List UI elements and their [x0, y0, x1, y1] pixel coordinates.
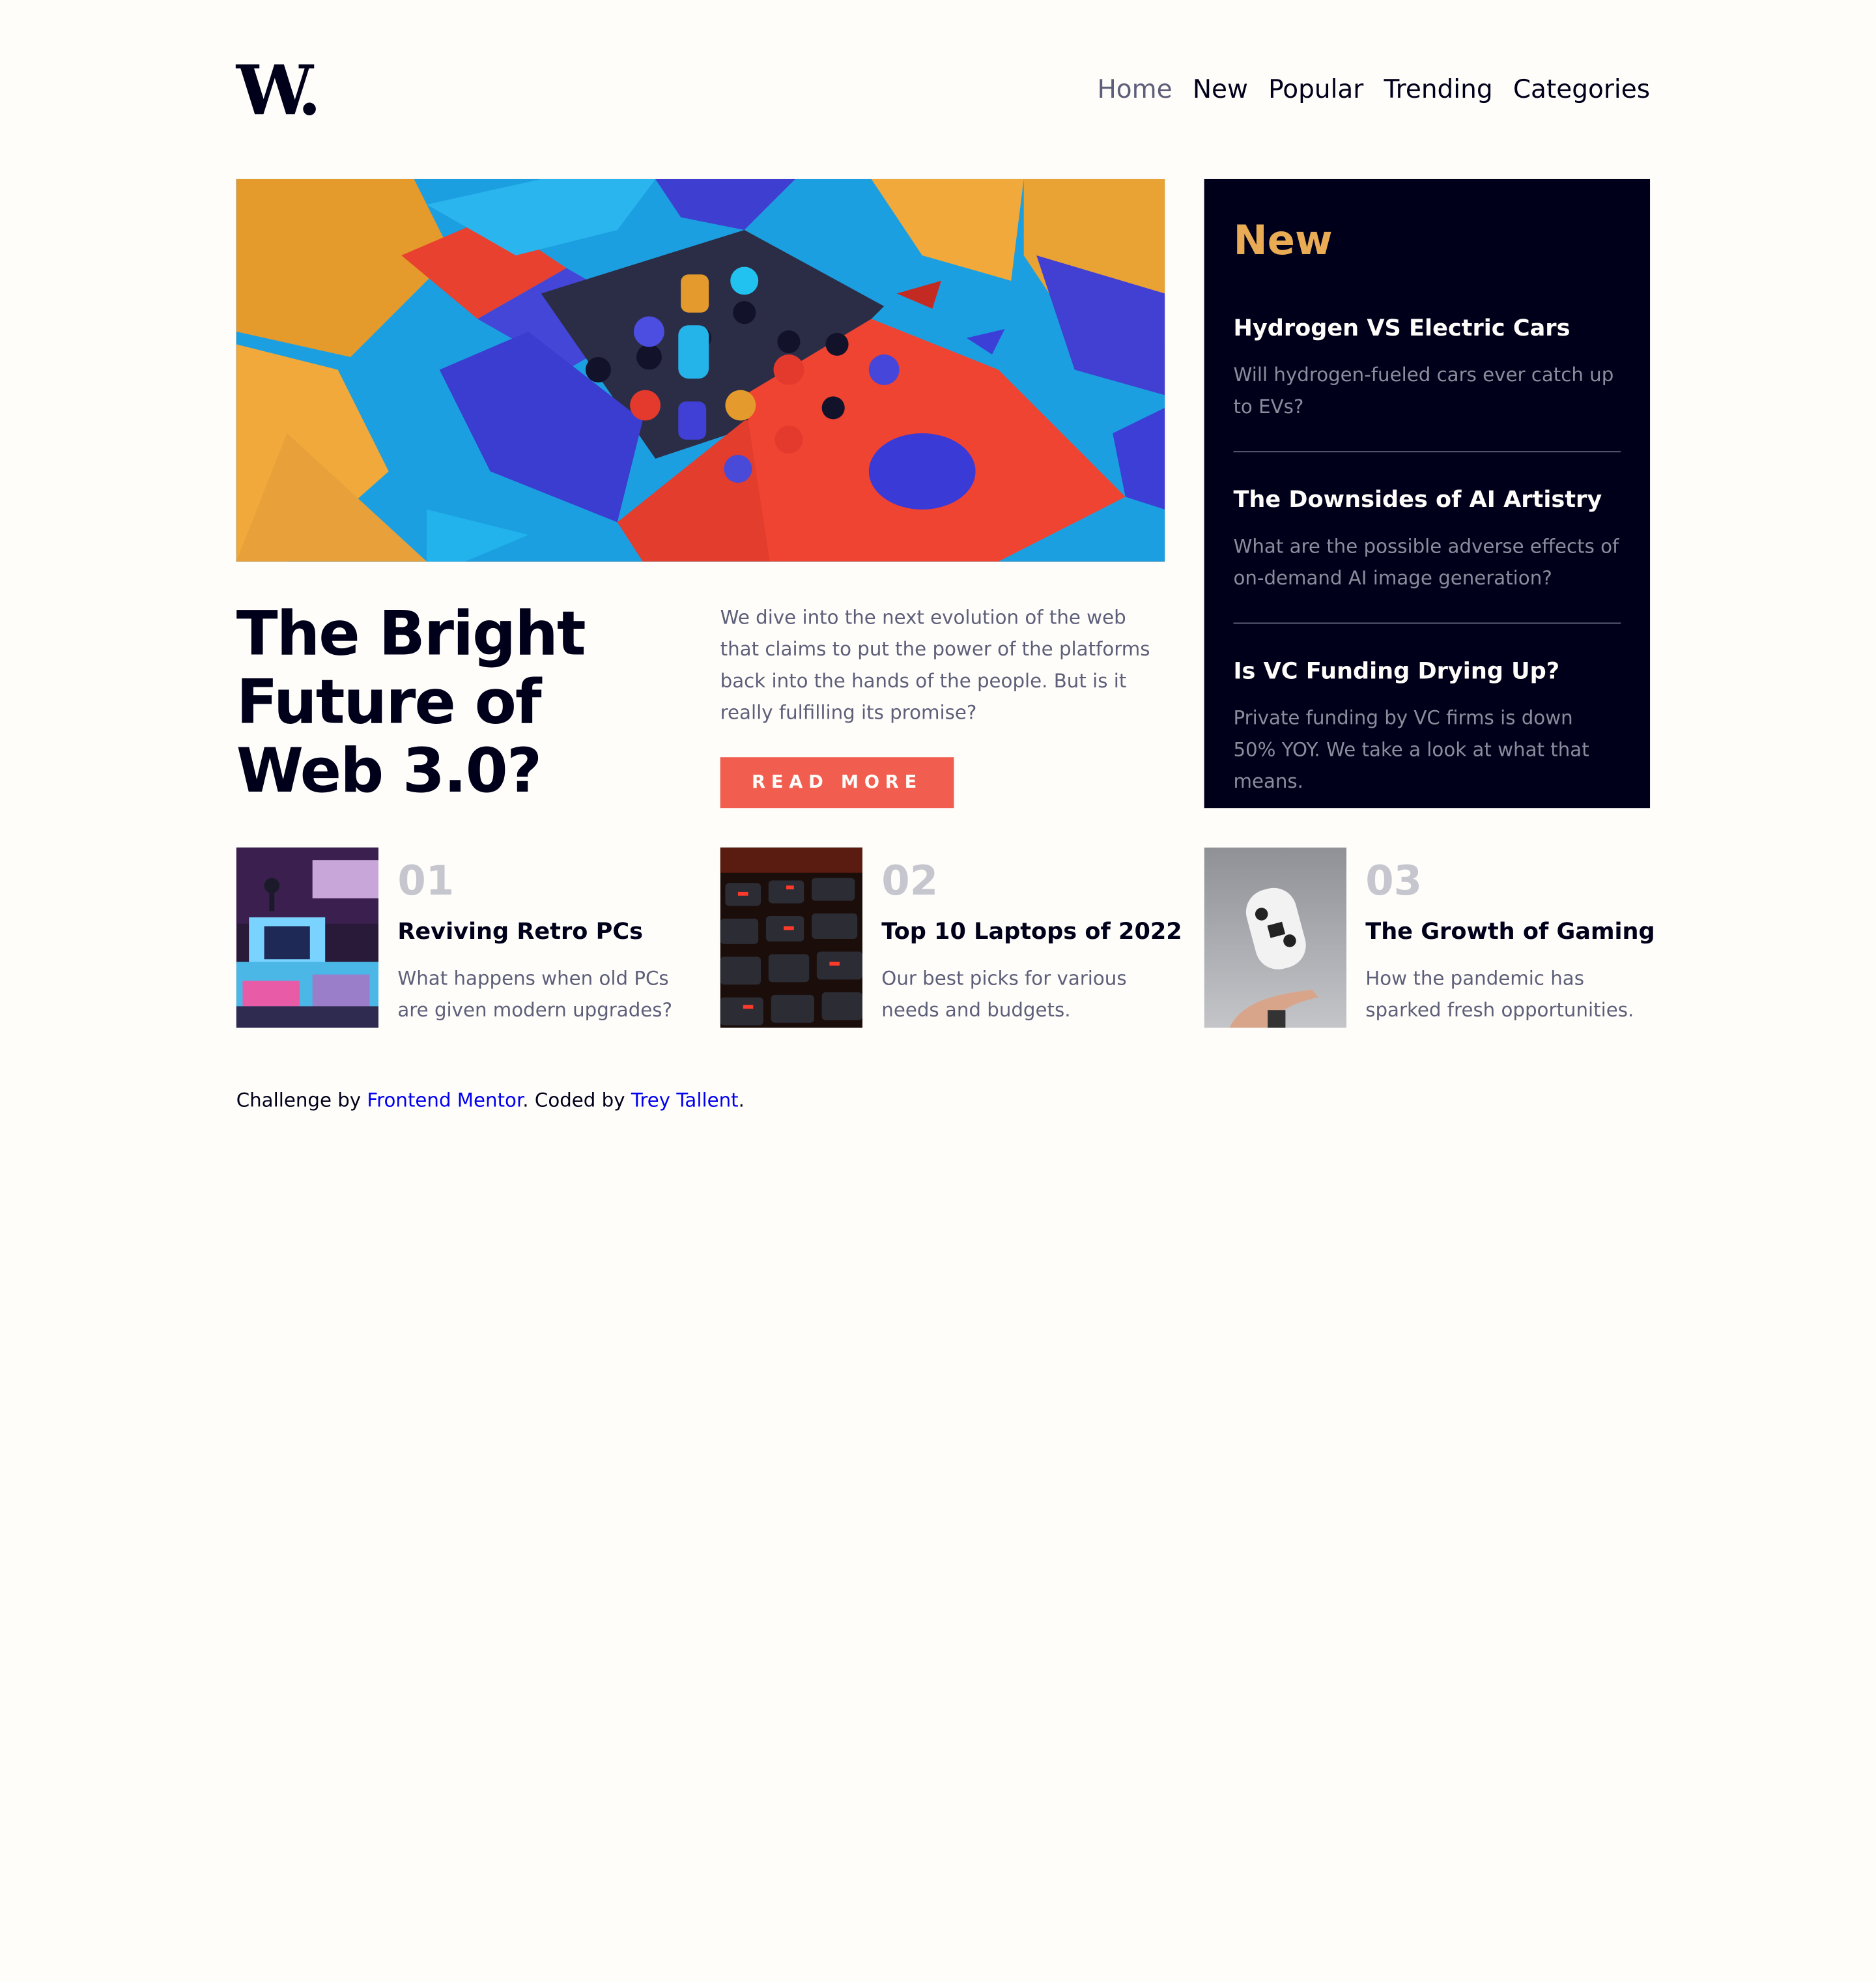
nav-item-categories[interactable]: Categories: [1513, 71, 1650, 107]
new-panel-title: New: [1233, 216, 1333, 265]
top-article-card: 01 Reviving Retro PCs What happens when …: [236, 847, 682, 1028]
frontend-mentor-link[interactable]: Frontend Mentor: [367, 1089, 522, 1112]
new-article-title[interactable]: Hydrogen VS Electric Cars: [1233, 314, 1621, 345]
article-number: 01: [397, 856, 455, 905]
hero-title: The Bright Future of Web 3.0?: [236, 598, 586, 807]
top-article-card: 02 Top 10 Laptops of 2022 Our best picks…: [720, 847, 1182, 1028]
article-description: How the pandemic has sparked fresh oppor…: [1365, 966, 1634, 1022]
attribution-prefix: Challenge by: [236, 1089, 367, 1112]
nav-item-popular[interactable]: Popular: [1268, 71, 1363, 107]
retro-pc-thumbnail[interactable]: [236, 847, 379, 1028]
attribution-suffix: .: [738, 1089, 745, 1112]
top-article-card: 03 The Growth of Gaming How the pandemic…: [1204, 847, 1655, 1028]
article-title[interactable]: The Growth of Gaming: [1365, 917, 1655, 948]
article-description: What happens when old PCs are given mode…: [397, 966, 673, 1022]
read-more-button[interactable]: READ MORE: [720, 757, 954, 809]
article-number: 03: [1365, 856, 1423, 905]
gaming-controller-thumbnail[interactable]: [1204, 847, 1346, 1028]
article-number: 02: [881, 856, 939, 905]
site-logo[interactable]: W.: [236, 56, 322, 124]
attribution-middle: . Coded by: [522, 1089, 631, 1112]
new-article-title[interactable]: Is VC Funding Drying Up?: [1233, 657, 1621, 687]
attribution-footer: Challenge by Frontend Mentor. Coded by T…: [236, 1086, 745, 1114]
new-article-item: Hydrogen VS Electric Cars Will hydrogen-…: [1233, 314, 1621, 424]
page: W. Home New Popular Trending Categories: [0, 0, 1876, 1973]
new-articles-panel: New Hydrogen VS Electric Cars Will hydro…: [1204, 179, 1651, 809]
nav-item-trending[interactable]: Trending: [1384, 71, 1493, 107]
new-article-item: Is VC Funding Drying Up? Private funding…: [1233, 657, 1621, 797]
article-description: Our best picks for various needs and bud…: [881, 966, 1127, 1022]
new-article-title[interactable]: The Downsides of AI Artistry: [1233, 485, 1621, 516]
article-title[interactable]: Top 10 Laptops of 2022: [881, 917, 1182, 948]
laptop-keyboard-thumbnail[interactable]: [720, 847, 863, 1028]
new-article-item: The Downsides of AI Artistry What are th…: [1233, 485, 1621, 595]
new-article-description: What are the possible adverse effects of…: [1233, 534, 1619, 590]
author-link[interactable]: Trey Tallent: [631, 1089, 739, 1112]
hero-image: [236, 179, 1165, 562]
hero-description: We dive into the next evolution of the w…: [720, 606, 1150, 725]
new-article-description: Private funding by VC firms is down 50% …: [1233, 706, 1589, 793]
article-title[interactable]: Reviving Retro PCs: [397, 917, 643, 948]
nav-item-new[interactable]: New: [1193, 71, 1248, 107]
nav-item-home[interactable]: Home: [1097, 71, 1172, 107]
read-more-label: READ MORE: [752, 772, 923, 793]
new-article-description: Will hydrogen-fueled cars ever catch up …: [1233, 363, 1614, 418]
main-nav: Home New Popular Trending Categories: [1097, 71, 1650, 107]
divider: [1233, 622, 1621, 624]
divider: [1233, 451, 1621, 453]
